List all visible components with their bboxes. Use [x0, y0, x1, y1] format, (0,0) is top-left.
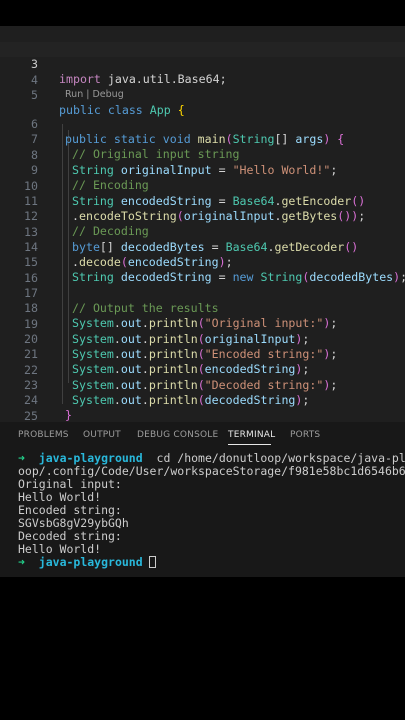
code-line-24: 24 } [0, 378, 405, 422]
terminal-cursor [148, 556, 156, 568]
code-line-7: 7 // Original input string [0, 117, 405, 161]
panel-tabs: PROBLEMS OUTPUT DEBUG CONSOLE TERMINAL P… [0, 422, 405, 448]
terminal-prompt-line[interactable]: ➜ java-playground [18, 556, 156, 569]
code-line-11: 11 .encodeToString(originalInput.getByte… [0, 179, 405, 223]
active-tab-indicator [228, 444, 271, 445]
run-codelens[interactable]: Run [65, 89, 83, 100]
code-line-13: 13 byte[] decodedBytes = Base64.getDecod… [0, 210, 405, 254]
code-line-18: 18 System.out.println("Original input:")… [0, 286, 405, 330]
tab-ports[interactable]: PORTS [290, 430, 320, 440]
code-line-12: 12 // Decoding [0, 194, 405, 238]
prompt-arrow-icon: ➜ [18, 555, 25, 569]
code-line-22: 22 System.out.println("Decoded string:")… [0, 348, 405, 392]
code-line-10: 10 String encodedString = Base64.getEnco… [0, 164, 405, 208]
debug-codelens[interactable]: Debug [92, 89, 123, 100]
code-line-20: 20 System.out.println("Encoded string:")… [0, 317, 405, 361]
codelens-separator: | [86, 89, 90, 100]
tab-terminal[interactable]: TERMINAL [228, 430, 275, 440]
codelens: Run | Debug [65, 88, 124, 101]
code-line-26: 26 [0, 410, 405, 422]
prompt-directory: java-playground [38, 451, 143, 465]
code-editor[interactable]: 2 3 import java.util.Base64; 4 5 public … [0, 26, 405, 422]
code-line-9: 9 // Encoding [0, 148, 405, 192]
bottom-letterbox [0, 577, 405, 720]
terminal-command: cd /home/donutloop/workspace/java-play [156, 451, 405, 465]
tab-problems[interactable]: PROBLEMS [18, 430, 69, 440]
code-line-17: 17 // Output the results [0, 271, 405, 315]
top-letterbox [0, 0, 405, 26]
prompt-arrow-icon: ➜ [18, 451, 25, 465]
code-line-14: 14 .decode(encodedString); [0, 225, 405, 269]
code-line-15: 15 String decodedString = new String(dec… [0, 240, 405, 284]
code-line-25: 25 } [0, 394, 405, 422]
code-line-3: 3 import java.util.Base64; [0, 42, 405, 86]
code-line-2: 2 [0, 27, 405, 56]
line-number: 5 [31, 88, 38, 102]
tab-debug-console[interactable]: DEBUG CONSOLE [137, 430, 218, 440]
tab-output[interactable]: OUTPUT [83, 430, 121, 440]
code-line-5: 5 public class App { [0, 73, 405, 117]
code-line-21: 21 System.out.println(encodedString); [0, 332, 405, 376]
prompt-directory: java-playground [38, 555, 143, 569]
lightbulb-icon[interactable] [59, 27, 112, 54]
code-line-16: 16 [0, 256, 405, 285]
bottom-panel: PROBLEMS OUTPUT DEBUG CONSOLE TERMINAL P… [0, 422, 405, 577]
code-line-23: 23 System.out.println(decodedString); [0, 363, 405, 407]
code-line-19: 19 System.out.println(originalInput); [0, 302, 405, 346]
code-line-8: 8 String originalInput = "Hello World!"; [0, 133, 405, 177]
code-line-6: 6 public static void main(String[] args)… [0, 102, 405, 146]
code-line-4: 4 [0, 58, 405, 87]
